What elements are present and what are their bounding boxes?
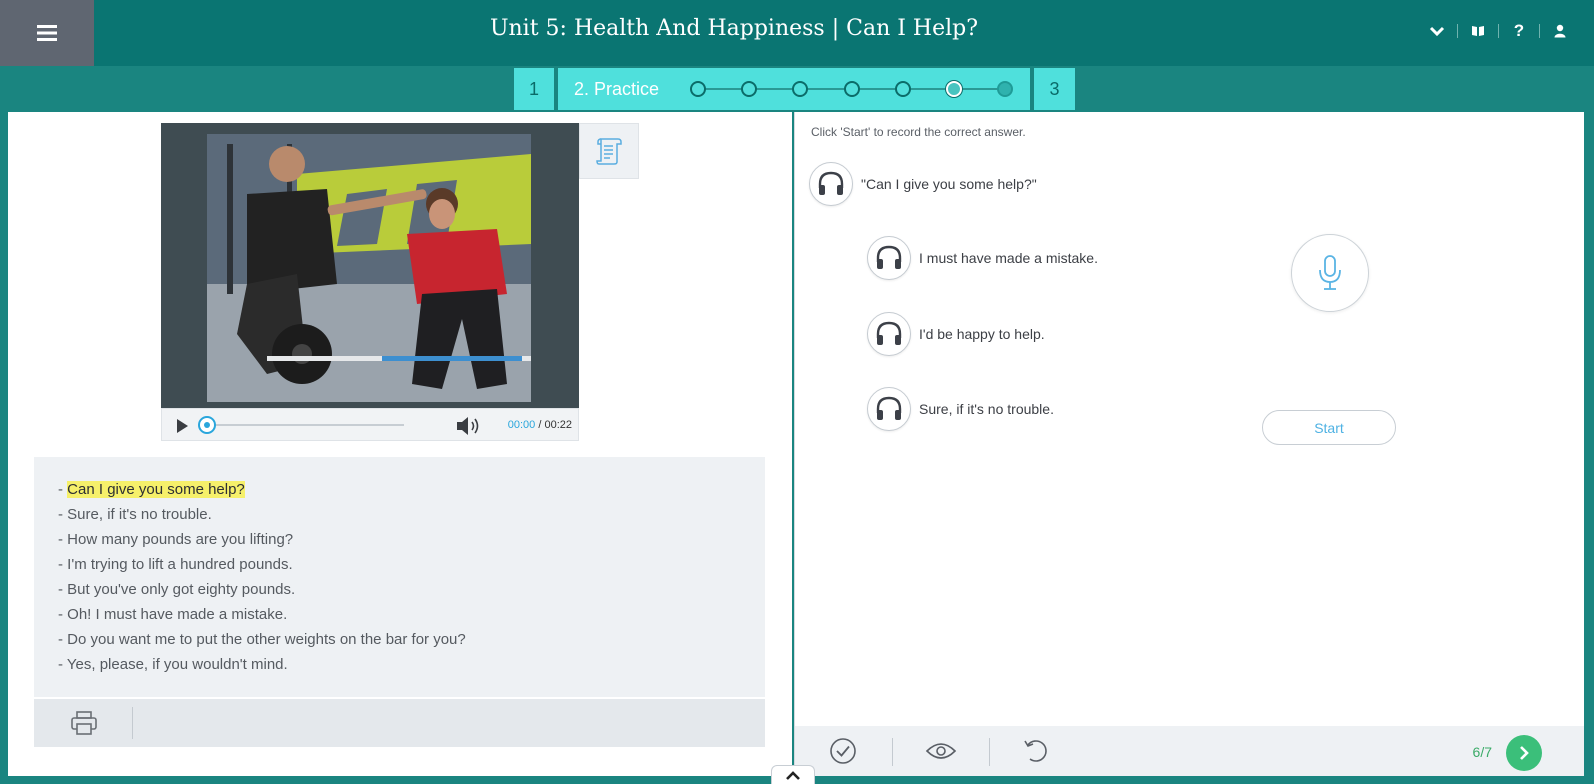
video-time: 00:00 / 00:22: [508, 419, 572, 431]
exercise-progress: 6/7: [1472, 744, 1492, 760]
prompt-row: "Can I give you some help?": [809, 162, 1037, 206]
transcript-line[interactable]: - Can I give you some help?: [58, 477, 765, 502]
answer-option: Sure, if it's no trouble.: [867, 387, 1054, 431]
play-button[interactable]: [174, 418, 190, 434]
microphone-icon: [1319, 255, 1341, 290]
seek-bar[interactable]: [200, 424, 404, 426]
volume-button[interactable]: [455, 415, 485, 437]
duration: 00:22: [544, 419, 572, 431]
option-text: I'd be happy to help.: [919, 326, 1045, 342]
menu-button[interactable]: [0, 0, 94, 66]
option-text: I must have made a mistake.: [919, 250, 1098, 266]
page-title: Unit 5: Health And Happiness | Can I Hel…: [489, 16, 979, 41]
option-audio-button[interactable]: [867, 387, 911, 431]
eye-icon: [925, 743, 957, 759]
help-icon: ?: [1513, 21, 1525, 40]
media-panel: 00:00 / 00:22 - Can I give you some help…: [8, 112, 792, 776]
highlighted-line: Can I give you some help?: [67, 481, 245, 498]
transcript-line[interactable]: - I'm trying to lift a hundred pounds.: [58, 552, 765, 577]
step-3-label: 3: [1049, 78, 1060, 99]
transcript-line[interactable]: - Do you want me to put the other weight…: [58, 627, 765, 652]
transcript-toolbar: [34, 699, 765, 747]
headphones-icon: [818, 171, 844, 195]
toolbar-divider: [132, 707, 133, 739]
exercise-dot[interactable]: [895, 81, 911, 97]
transcript-line[interactable]: - Sure, if it's no trouble.: [58, 502, 765, 527]
check-answer-button[interactable]: [823, 735, 863, 767]
help-button[interactable]: ?: [1499, 18, 1539, 44]
answer-option: I must have made a mistake.: [867, 236, 1098, 280]
volume-icon: [457, 417, 479, 435]
step-1-label: 1: [528, 78, 539, 99]
prompt-audio-button[interactable]: [809, 162, 853, 206]
header-toolbar: ?: [1417, 18, 1580, 44]
show-answer-button[interactable]: [921, 735, 961, 767]
exercise-dot[interactable]: [741, 81, 757, 97]
toolbar-divider: [989, 738, 990, 766]
undo-icon: [1024, 740, 1047, 762]
menu-icon: [37, 25, 57, 41]
next-button[interactable]: [1506, 735, 1542, 771]
step-2-label: 2. Practice: [574, 78, 660, 99]
script-button[interactable]: [579, 123, 639, 179]
answer-option: I'd be happy to help.: [867, 312, 1045, 356]
gym-scene-image: [207, 134, 531, 402]
user-icon: [1554, 24, 1566, 38]
headphones-icon: [876, 396, 902, 420]
option-audio-button[interactable]: [867, 312, 911, 356]
profile-button[interactable]: [1540, 18, 1580, 44]
current-time: 00:00: [507, 419, 536, 431]
video-frame: [207, 134, 531, 402]
headphones-icon: [876, 321, 902, 345]
step-1-tab[interactable]: 1: [514, 68, 554, 110]
check-circle-icon: [830, 738, 856, 764]
print-button[interactable]: [56, 707, 112, 739]
chevron-up-icon: [786, 770, 800, 780]
exercise-dot[interactable]: [997, 81, 1013, 97]
book-icon: [1472, 26, 1484, 36]
exercise-dots: [690, 81, 1013, 97]
record-mic-button[interactable]: [1291, 234, 1369, 312]
instruction-text: Click 'Start' to record the correct answ…: [811, 125, 1026, 139]
exercise-dot[interactable]: [792, 81, 808, 97]
book-button[interactable]: [1458, 18, 1498, 44]
option-audio-button[interactable]: [867, 236, 911, 280]
start-button[interactable]: Start: [1262, 410, 1396, 445]
top-header: Unit 5: Health And Happiness | Can I Hel…: [0, 0, 1594, 66]
transcript-line[interactable]: - How many pounds are you lifting?: [58, 527, 765, 552]
exercise-toolbar: 6/7: [795, 726, 1584, 776]
dropdown-button[interactable]: [1417, 18, 1457, 44]
option-text: Sure, if it's no trouble.: [919, 401, 1054, 417]
video-player[interactable]: [161, 123, 579, 408]
script-scroll-icon: [596, 138, 622, 165]
play-icon: [177, 419, 188, 433]
transcript-line[interactable]: - But you've only got eighty pounds.: [58, 577, 765, 602]
reset-button[interactable]: [1016, 735, 1056, 767]
exercise-dot[interactable]: [690, 81, 706, 97]
step-3-tab[interactable]: 3: [1034, 68, 1075, 110]
transcript-line[interactable]: - Oh! I must have made a mistake.: [58, 602, 765, 627]
video-controls: 00:00 / 00:22: [161, 408, 579, 441]
exercise-dot-current[interactable]: [946, 81, 962, 97]
exercise-dot[interactable]: [844, 81, 860, 97]
prompt-text: "Can I give you some help?": [861, 176, 1037, 192]
toolbar-divider: [892, 738, 893, 766]
chevron-down-icon: [1429, 26, 1445, 37]
headphones-icon: [876, 245, 902, 269]
printer-icon: [71, 711, 97, 735]
seek-handle[interactable]: [198, 416, 216, 434]
transcript: - Can I give you some help? - Sure, if i…: [34, 457, 765, 697]
exercise-panel: Click 'Start' to record the correct answ…: [794, 112, 1584, 776]
collapse-tab[interactable]: [771, 765, 815, 784]
step-2-tab[interactable]: 2. Practice: [558, 68, 1030, 110]
chevron-right-icon: [1520, 746, 1529, 760]
transcript-line[interactable]: - Yes, please, if you wouldn't mind.: [58, 652, 765, 677]
